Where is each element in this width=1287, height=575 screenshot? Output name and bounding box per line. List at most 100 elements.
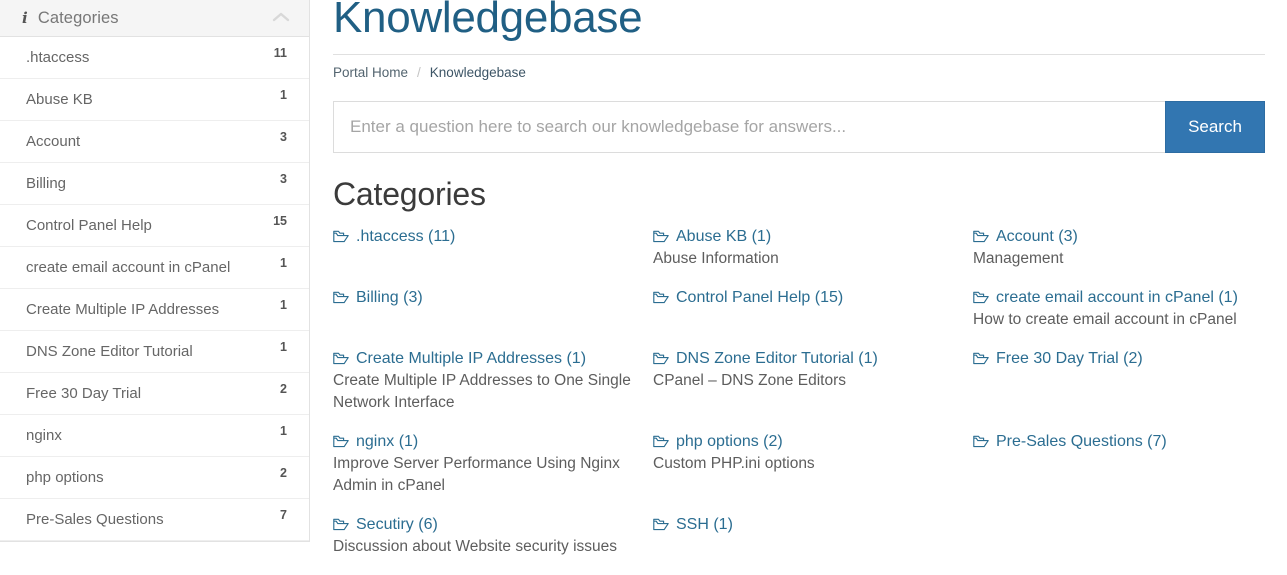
sidebar-item-count: 1 [280, 298, 287, 312]
sidebar-item-label: Create Multiple IP Addresses [26, 301, 220, 318]
categories-sidebar: i Categories .htaccess 11 Abuse KB 1 Acc… [0, 0, 310, 563]
category-link[interactable]: Billing (3) [356, 287, 423, 308]
sidebar-item-count: 1 [280, 424, 287, 438]
sidebar-item-dns-zone-editor[interactable]: DNS Zone Editor Tutorial 1 [0, 331, 309, 373]
sidebar-item-label: nginx [26, 427, 62, 444]
category-cell-empty [973, 514, 1265, 575]
category-link[interactable]: Control Panel Help (15) [676, 287, 843, 308]
category-cell-htaccess: .htaccess (11) [333, 226, 653, 287]
categories-panel-header[interactable]: i Categories [0, 0, 309, 37]
folder-open-icon [653, 291, 669, 304]
category-link[interactable]: nginx (1) [356, 431, 418, 452]
sidebar-item-free-30-day-trial[interactable]: Free 30 Day Trial 2 [0, 373, 309, 415]
sidebar-category-list: .htaccess 11 Abuse KB 1 Account 3 Billin… [0, 37, 309, 541]
sidebar-item-htaccess[interactable]: .htaccess 11 [0, 37, 309, 79]
sidebar-item-count: 11 [273, 46, 287, 60]
search-button[interactable]: Search [1165, 101, 1265, 153]
breadcrumb-knowledgebase[interactable]: Knowledgebase [430, 65, 526, 80]
sidebar-item-create-multiple-ip[interactable]: Create Multiple IP Addresses 1 [0, 289, 309, 331]
category-description: Discussion about Website security issues [333, 538, 618, 555]
breadcrumb-portal-home[interactable]: Portal Home [333, 65, 408, 80]
knowledgebase-search-form: Search [333, 101, 1265, 153]
panel-title: i Categories [22, 9, 119, 28]
folder-open-icon [973, 291, 989, 304]
category-description: Abuse Information [653, 250, 779, 267]
category-cell-abuse-kb: Abuse KB (1) Abuse Information [653, 226, 973, 287]
sidebar-item-count: 1 [280, 340, 287, 354]
sidebar-item-label: Control Panel Help [26, 217, 152, 234]
sidebar-item-label: Account [26, 133, 81, 150]
categories-grid: .htaccess (11) Abuse KB (1) Abuse Inform… [333, 226, 1265, 575]
folder-open-icon [653, 230, 669, 243]
folder-open-icon [333, 518, 349, 531]
page-title: Knowledgebase [333, 0, 643, 42]
category-cell-free-30-day-trial: Free 30 Day Trial (2) [973, 348, 1265, 431]
sidebar-item-label: Billing [26, 175, 67, 192]
sidebar-item-count: 7 [280, 508, 287, 522]
category-link[interactable]: create email account in cPanel (1) [996, 287, 1238, 308]
sidebar-item-label: create email account in cPanel [26, 259, 231, 276]
sidebar-item-label: Free 30 Day Trial [26, 385, 142, 402]
sidebar-item-count: 2 [280, 382, 287, 396]
category-link[interactable]: Abuse KB (1) [676, 226, 771, 247]
breadcrumb: Portal Home / Knowledgebase [333, 65, 1265, 80]
category-description: Custom PHP.ini options [653, 455, 815, 472]
category-description: Management [973, 250, 1064, 267]
sidebar-item-create-email-account[interactable]: create email account in cPanel 1 [0, 247, 309, 289]
chevron-up-icon[interactable] [271, 10, 291, 26]
category-link[interactable]: Account (3) [996, 226, 1078, 247]
sidebar-item-label: .htaccess [26, 49, 90, 66]
folder-open-icon [653, 352, 669, 365]
category-link[interactable]: Secutiry (6) [356, 514, 438, 535]
category-link[interactable]: Pre-Sales Questions (7) [996, 431, 1167, 452]
sidebar-item-billing[interactable]: Billing 3 [0, 163, 309, 205]
sidebar-item-php-options[interactable]: php options 2 [0, 457, 309, 499]
title-divider [333, 54, 1265, 55]
category-link[interactable]: SSH (1) [676, 514, 733, 535]
category-cell-ssh: SSH (1) [653, 514, 973, 575]
category-link[interactable]: .htaccess (11) [356, 226, 455, 247]
main-content: Knowledgebase Portal Home / Knowledgebas… [333, 0, 1265, 575]
category-cell-nginx: nginx (1) Improve Server Performance Usi… [333, 431, 653, 514]
sidebar-item-label: php options [26, 469, 104, 486]
folder-open-icon [333, 291, 349, 304]
category-cell-dns-zone-editor: DNS Zone Editor Tutorial (1) CPanel – DN… [653, 348, 973, 431]
search-input[interactable] [333, 101, 1165, 153]
sidebar-item-account[interactable]: Account 3 [0, 121, 309, 163]
sidebar-item-label: Pre-Sales Questions [26, 511, 164, 528]
sidebar-item-count: 1 [280, 256, 287, 270]
category-cell-pre-sales-questions: Pre-Sales Questions (7) [973, 431, 1265, 514]
folder-open-icon [973, 352, 989, 365]
category-cell-create-email-account: create email account in cPanel (1) How t… [973, 287, 1265, 348]
category-link[interactable]: Free 30 Day Trial (2) [996, 348, 1143, 369]
sidebar-item-nginx[interactable]: nginx 1 [0, 415, 309, 457]
sidebar-item-label: Abuse KB [26, 91, 93, 108]
category-link[interactable]: Create Multiple IP Addresses (1) [356, 348, 586, 369]
sidebar-item-abuse-kb[interactable]: Abuse KB 1 [0, 79, 309, 121]
sidebar-item-count: 2 [280, 466, 287, 480]
folder-open-icon [973, 230, 989, 243]
info-icon: i [22, 8, 28, 27]
category-description: CPanel – DNS Zone Editors [653, 372, 846, 389]
category-cell-billing: Billing (3) [333, 287, 653, 348]
breadcrumb-separator: / [417, 65, 421, 80]
category-description: Improve Server Performance Using Nginx A… [333, 455, 620, 494]
categories-panel: i Categories .htaccess 11 Abuse KB 1 Acc… [0, 0, 310, 542]
category-link[interactable]: php options (2) [676, 431, 783, 452]
category-description: How to create email account in cPanel [973, 311, 1237, 328]
category-cell-secutiry: Secutiry (6) Discussion about Website se… [333, 514, 653, 575]
sidebar-item-count: 3 [280, 172, 287, 186]
sidebar-item-count: 1 [280, 88, 287, 102]
panel-title-label: Categories [37, 8, 119, 27]
sidebar-item-pre-sales-questions[interactable]: Pre-Sales Questions 7 [0, 499, 309, 541]
folder-open-icon [973, 435, 989, 448]
category-link[interactable]: DNS Zone Editor Tutorial (1) [676, 348, 878, 369]
knowledgebase-page: i Categories .htaccess 11 Abuse KB 1 Acc… [0, 0, 1287, 563]
sidebar-item-count: 3 [280, 130, 287, 144]
sidebar-item-control-panel-help[interactable]: Control Panel Help 15 [0, 205, 309, 247]
folder-open-icon [333, 352, 349, 365]
sidebar-item-label: DNS Zone Editor Tutorial [26, 343, 193, 360]
sidebar-item-count: 15 [273, 214, 287, 228]
category-description: Create Multiple IP Addresses to One Sing… [333, 372, 631, 411]
folder-open-icon [333, 435, 349, 448]
